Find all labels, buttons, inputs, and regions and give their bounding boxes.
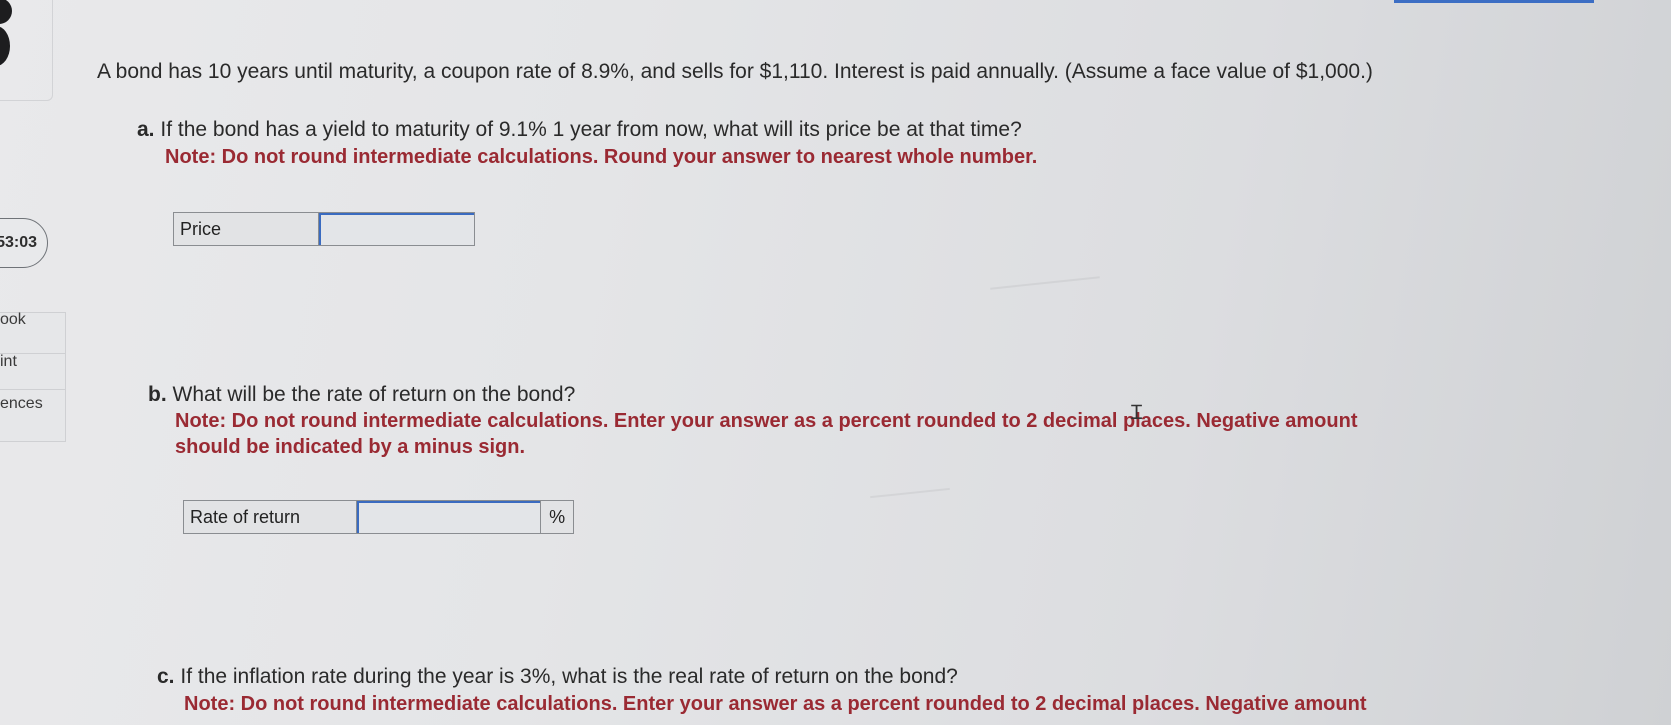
sidebar-item-print[interactable]: int xyxy=(0,353,17,371)
part-b-question: b. What will be the rate of return on th… xyxy=(148,383,575,407)
part-c-question: c. If the inflation rate during the year… xyxy=(157,665,958,689)
part-b-letter: b. xyxy=(148,383,167,406)
part-c-letter: c. xyxy=(157,665,175,688)
price-answer-row: Price xyxy=(173,212,475,246)
sidebar-divider xyxy=(0,389,65,390)
part-a-question: a. If the bond has a yield to maturity o… xyxy=(137,118,1022,142)
sidebar-menu: ook int ences xyxy=(0,311,66,442)
part-b-note-line2: should be indicated by a minus sign. xyxy=(175,436,526,458)
top-progress-line xyxy=(1394,0,1594,3)
timer-badge[interactable]: :53:03 xyxy=(0,218,48,268)
sidebar-item-references[interactable]: ences xyxy=(0,395,43,413)
timer-text: :53:03 xyxy=(0,234,37,251)
rate-of-return-answer-row: Rate of return % xyxy=(183,500,574,534)
problem-intro: A bond has 10 years until maturity, a co… xyxy=(97,60,1373,83)
part-a-text: If the bond has a yield to maturity of 9… xyxy=(160,118,1022,141)
part-b-text: What will be the rate of return on the b… xyxy=(172,383,576,406)
rate-of-return-input[interactable] xyxy=(356,501,541,533)
screen-glare xyxy=(990,276,1100,290)
part-c-note-line1: Note: Do not round intermediate calculat… xyxy=(184,693,1367,715)
screen-glare xyxy=(870,487,950,499)
price-input[interactable] xyxy=(318,213,474,245)
part-a-note: Note: Do not round intermediate calculat… xyxy=(165,146,1038,168)
text-cursor-icon: Ɪ xyxy=(1131,402,1143,424)
sidebar-item-ebook[interactable]: ook xyxy=(0,311,26,329)
part-b-note-line1: Note: Do not round intermediate calculat… xyxy=(175,410,1358,432)
percent-unit: % xyxy=(540,501,573,533)
part-a-letter: a. xyxy=(137,118,155,141)
rate-of-return-label: Rate of return xyxy=(190,506,301,527)
price-label: Price xyxy=(180,218,222,239)
part-c-text: If the inflation rate during the year is… xyxy=(180,665,958,688)
